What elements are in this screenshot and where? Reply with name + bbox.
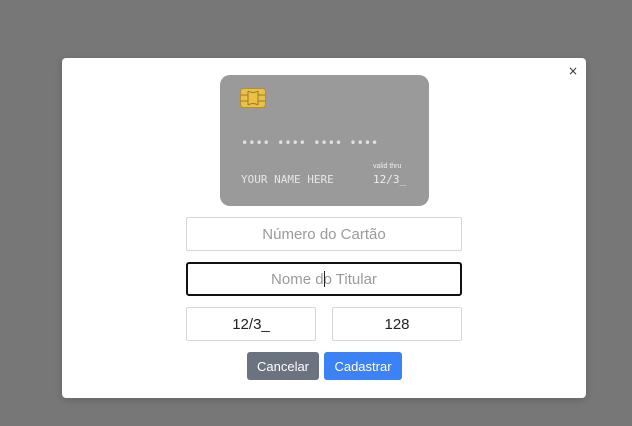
valid-thru-label: valid thru [373, 163, 402, 170]
card-number-preview: •••• •••• •••• •••• [241, 136, 379, 150]
card-number-input[interactable] [186, 217, 462, 251]
add-card-modal: × •••• •••• •••• •••• valid thru YOUR NA… [62, 58, 586, 398]
card-expiry-preview: 12/3_ [373, 173, 407, 186]
text-cursor [324, 271, 325, 287]
card-chip-icon [240, 88, 266, 108]
close-icon[interactable]: × [566, 64, 580, 78]
credit-card-preview: •••• •••• •••• •••• valid thru YOUR NAME… [220, 75, 429, 206]
cvv-input[interactable] [332, 307, 462, 341]
card-holder-preview: YOUR NAME HERE [241, 173, 334, 186]
cancel-button[interactable]: Cancelar [247, 352, 319, 380]
expiry-input[interactable] [186, 307, 316, 341]
submit-button[interactable]: Cadastrar [324, 352, 402, 380]
